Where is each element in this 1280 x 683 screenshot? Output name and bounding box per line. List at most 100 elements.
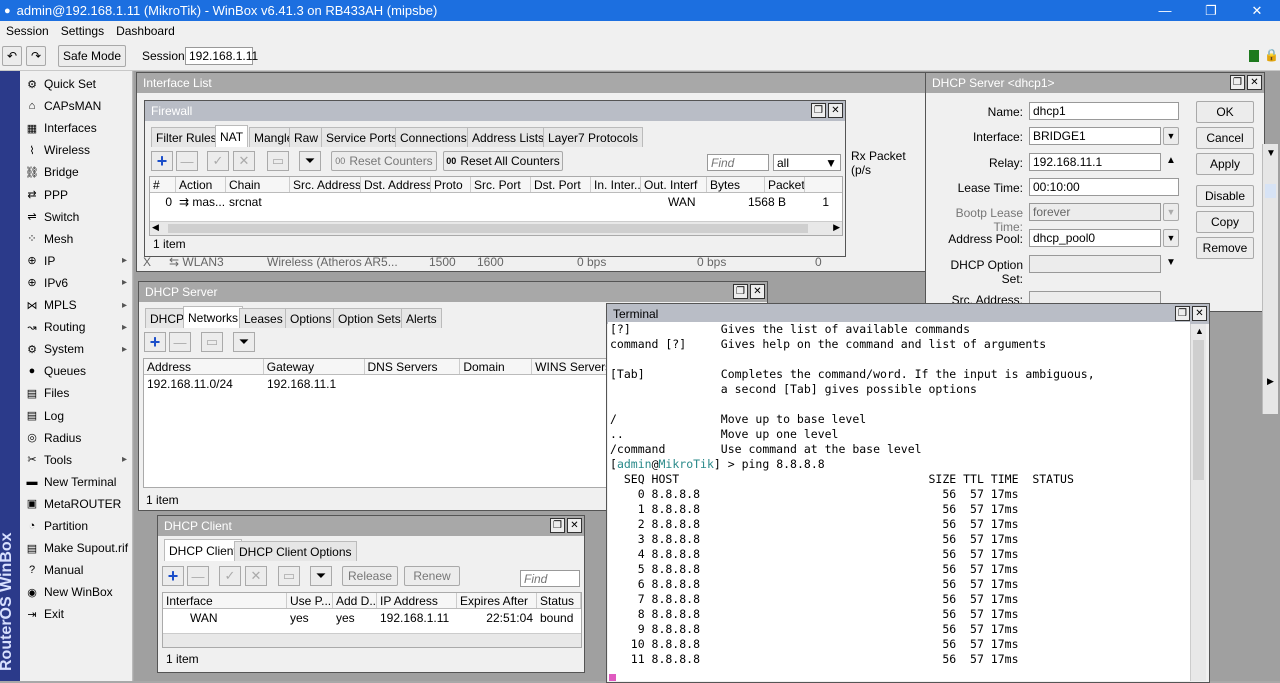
apply-button[interactable]: Apply [1196,153,1254,175]
rx-packet-column-header[interactable]: Rx Packet (p/s [851,149,925,177]
restore-icon[interactable]: ❐ [550,518,565,533]
column-status[interactable]: Status [537,593,581,608]
sidebar-item-mpls[interactable]: ⋈ MPLS ▸ [20,294,133,316]
name-field[interactable]: dhcp1 [1029,102,1179,120]
close-icon[interactable]: ✕ [828,103,843,118]
filter-icon[interactable]: ⏷ [299,151,321,171]
column-domain[interactable]: Domain [460,359,533,374]
sidebar-item-ip[interactable]: ⊕ IP ▸ [20,250,133,272]
tab-alerts[interactable]: Alerts [401,308,442,328]
sidebar-item-partition[interactable]: ◔ Partition [20,515,133,537]
column-ip-address[interactable]: IP Address [377,593,457,608]
undo-icon[interactable]: ↶ [2,46,22,66]
relay-field[interactable]: 192.168.11.1 [1029,153,1161,171]
collapse-icon[interactable]: ▲ [1166,155,1176,166]
sidebar-item-capsman[interactable]: ⌂ CAPsMAN [20,95,133,117]
column-address[interactable]: Address [144,359,264,374]
sidebar-item-wireless[interactable]: ⌇ Wireless [20,139,133,161]
dropdown-icon[interactable]: ▼ [1163,127,1179,145]
column-wins-servers[interactable]: WINS Servers [532,359,612,374]
filter-icon[interactable]: ⏷ [233,332,255,352]
comment-button[interactable]: ▭ [278,566,300,586]
sidebar-item-make-supout-rif[interactable]: ▤ Make Supout.rif [20,537,133,559]
add-button[interactable]: + [144,332,166,352]
bootp-lease-select[interactable]: forever [1029,203,1161,221]
column-proto[interactable]: Proto [431,177,471,192]
column-dns-servers[interactable]: DNS Servers [365,359,461,374]
minimize-icon[interactable]: — [1142,0,1188,21]
remove-button[interactable]: — [187,566,209,586]
tab-dhcp-client[interactable]: DHCP Client [164,539,242,561]
tab-networks[interactable]: Networks [183,306,244,328]
enable-button[interactable]: ✓ [207,151,229,171]
sidebar-item-ipv6[interactable]: ⊕ IPv6 ▸ [20,272,133,294]
column-in-inter-[interactable]: In. Inter... [591,177,641,192]
tab-raw[interactable]: Raw [289,127,324,147]
renew-button[interactable]: Renew [404,566,460,586]
column-packet[interactable]: Packet [765,177,805,192]
redo-icon[interactable]: ↷ [26,46,46,66]
session-field[interactable]: 192.168.1.11 [185,47,258,65]
remove-button[interactable]: Remove [1196,237,1254,259]
comment-button[interactable]: ▭ [201,332,223,352]
restore-icon[interactable]: ❐ [1175,306,1190,321]
menu-dashboard[interactable]: Dashboard [110,24,181,38]
interface-row[interactable]: X ⇆ WLAN3 Wireless (Atheros AR5... 1500 … [139,255,919,269]
restore-icon[interactable]: ❐ [1230,75,1245,90]
menu-settings[interactable]: Settings [55,24,110,38]
sidebar-item-quick-set[interactable]: ⚙ Quick Set [20,73,133,95]
column-add-d-[interactable]: Add D... [333,593,377,608]
sidebar-item-system[interactable]: ⚙ System ▸ [20,338,133,360]
interface-list-scrollbar[interactable]: ▼ ▶ [1262,144,1278,414]
dhcp-client-find-input[interactable] [520,570,580,587]
sidebar-item-tools[interactable]: ✂ Tools ▸ [20,449,133,471]
tab-connections[interactable]: Connections [395,127,472,147]
tab-layer7-protocols[interactable]: Layer7 Protocols [543,127,644,147]
column-chain[interactable]: Chain [226,177,290,192]
horizontal-scrollbar[interactable] [163,633,581,647]
restore-icon[interactable]: ❐ [811,103,826,118]
sidebar-item-routing[interactable]: ↝ Routing ▸ [20,316,133,338]
option-set-select[interactable] [1029,255,1161,273]
firewall-find-input[interactable] [707,154,769,171]
address-pool-select[interactable]: dhcp_pool0 [1029,229,1161,247]
terminal-output[interactable]: [?] Gives the list of available commands… [608,322,1190,681]
column-action[interactable]: Action [176,177,226,192]
column-src-port[interactable]: Src. Port [471,177,531,192]
column-use-p-[interactable]: Use P... [287,593,333,608]
enable-button[interactable]: ✓ [219,566,241,586]
column-dst-port[interactable]: Dst. Port [531,177,591,192]
column-expires-after[interactable]: Expires After [457,593,537,608]
dropdown-icon[interactable]: ▼ [1163,229,1179,247]
disable-button[interactable]: Disable [1196,185,1254,207]
close-icon[interactable]: ✕ [1247,75,1262,90]
table-row[interactable]: 0 ⇉ mas... srcnat WAN 1568 B 1 [150,194,842,210]
tab-option-sets[interactable]: Option Sets [333,308,406,328]
add-button[interactable]: + [151,151,173,171]
sidebar-item-new-winbox[interactable]: ◉ New WinBox [20,581,133,603]
sidebar-item-queues[interactable]: ● Queues [20,360,133,382]
sidebar-item-interfaces[interactable]: ▦ Interfaces [20,117,133,139]
sidebar-item-log[interactable]: ▤ Log [20,405,133,427]
reset-all-counters-button[interactable]: 00 Reset All Counters [443,151,563,171]
table-row[interactable]: WAN yes yes 192.168.1.11 22:51:04 bound [163,610,581,626]
tab-nat[interactable]: NAT [215,125,249,147]
ok-button[interactable]: OK [1196,101,1254,123]
remove-button[interactable]: — [169,332,191,352]
close-icon[interactable]: ✕ [567,518,582,533]
table-row[interactable]: 192.168.11.0/24 192.168.11.1 [144,376,612,392]
close-icon[interactable]: ✕ [1234,0,1280,21]
column-out-interf[interactable]: Out. Interf [641,177,707,192]
tab-options[interactable]: Options [285,308,337,328]
terminal-scrollbar[interactable]: ▲ [1190,324,1206,681]
add-button[interactable]: + [162,566,184,586]
sidebar-item-bridge[interactable]: ⛓ Bridge [20,161,133,183]
sidebar-item-mesh[interactable]: ⁘ Mesh [20,228,133,250]
close-icon[interactable]: ✕ [750,284,765,299]
reset-counters-button[interactable]: 00 Reset Counters [331,151,437,171]
disable-button[interactable]: ✕ [233,151,255,171]
dropdown-icon[interactable]: ▼ [1166,257,1176,268]
column-interface[interactable]: Interface [163,593,287,608]
column-src-address[interactable]: Src. Address [290,177,361,192]
release-button[interactable]: Release [342,566,398,586]
